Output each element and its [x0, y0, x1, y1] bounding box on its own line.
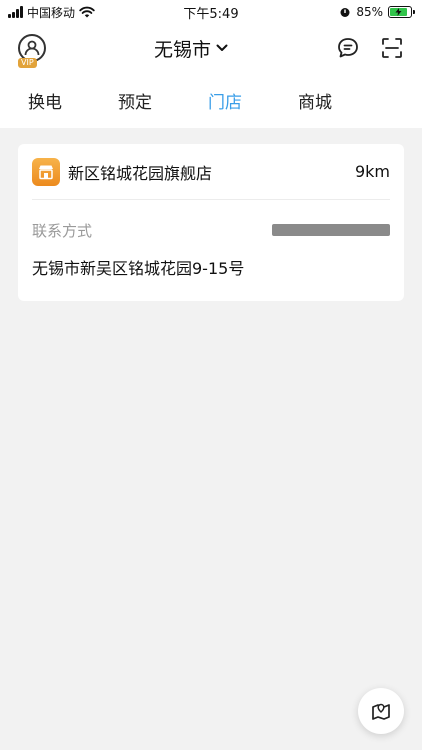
battery-percent: 85% [356, 5, 383, 19]
header-actions [336, 36, 404, 60]
map-view-button[interactable] [358, 688, 404, 734]
contact-row: 联系方式 [32, 200, 390, 260]
status-right: 85% [339, 5, 415, 19]
shop-icon [39, 165, 53, 179]
city-selector[interactable]: 无锡市 [154, 35, 228, 62]
store-card[interactable]: 新区铭城花园旗舰店 9km 联系方式 无锡市新吴区铭城花园9-15号 [18, 144, 404, 301]
store-header: 新区铭城花园旗舰店 9km [32, 144, 390, 200]
avatar-icon [24, 40, 40, 56]
status-left: 中国移动 [8, 4, 95, 21]
tab-reserve[interactable]: 预定 [118, 88, 152, 113]
charging-icon [395, 8, 402, 16]
battery-fill [390, 8, 407, 16]
tab-swap[interactable]: 换电 [28, 88, 62, 113]
tab-stores[interactable]: 门店 [208, 88, 242, 113]
alarm-icon [340, 8, 350, 17]
status-bar: 中国移动 下午5:49 85% [0, 0, 422, 24]
signal-icon [8, 6, 23, 18]
store-address: 无锡市新吴区铭城花园9-15号 [32, 259, 245, 278]
chevron-down-icon [216, 44, 228, 51]
tab-bar: 换电 预定 门店 商城 [0, 72, 422, 128]
carrier-label: 中国移动 [27, 5, 76, 20]
contact-phone-redacted [272, 224, 390, 236]
message-icon[interactable] [336, 36, 360, 60]
contact-label: 联系方式 [32, 221, 93, 240]
city-label: 无锡市 [153, 38, 211, 61]
tab-mall[interactable]: 商城 [298, 88, 332, 113]
app-header: VIP 无锡市 [0, 24, 422, 72]
scan-icon[interactable] [380, 36, 404, 60]
wifi-icon [79, 6, 95, 18]
store-name: 新区铭城花园旗舰店 [68, 163, 213, 183]
vip-badge: VIP [18, 58, 37, 68]
map-icon [372, 703, 390, 720]
store-distance: 9km [354, 162, 390, 181]
avatar[interactable]: VIP [18, 34, 46, 68]
store-icon [32, 157, 60, 186]
battery-icon [388, 6, 415, 18]
